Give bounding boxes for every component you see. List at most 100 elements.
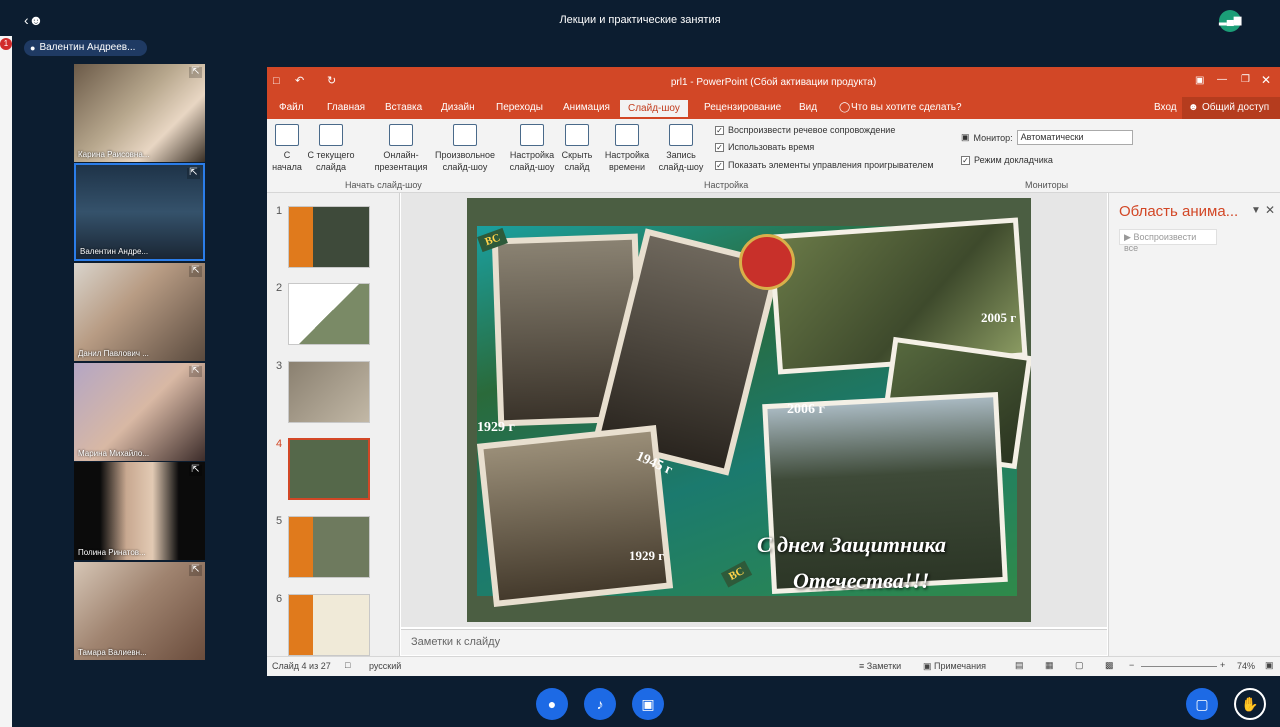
timings-checkbox[interactable]: ✓ Использовать время <box>715 142 814 152</box>
checkmark-icon: ✓ <box>715 125 724 135</box>
left-panel-strip <box>0 36 12 727</box>
notes-toggle[interactable]: ≡ Заметки <box>859 661 901 671</box>
tab-review[interactable]: Рецензирование <box>704 102 781 113</box>
zoom-out-icon[interactable]: − <box>1129 660 1134 670</box>
record-slideshow-button[interactable]: Запись слайд-шоу <box>653 124 709 173</box>
setup-slideshow-button[interactable]: Настройка слайд-шоу <box>505 124 559 173</box>
tell-me-box[interactable]: Что вы хотите сделать? <box>851 102 962 113</box>
reading-view-icon[interactable]: ▢ <box>1075 660 1084 671</box>
fit-slide-icon[interactable]: ▣ <box>1265 660 1274 671</box>
meeting-controls: ● ♪ ▣ ▢ ✋ <box>0 680 1280 727</box>
comments-toggle[interactable]: ▣ Примечания <box>923 661 986 672</box>
video-tile[interactable]: ⇱ Полина Ринатов... <box>74 462 205 560</box>
slide-thumbnail-current[interactable] <box>288 438 370 500</box>
rehearse-timings-button[interactable]: Настройка времени <box>601 124 653 173</box>
hide-slide-icon <box>565 124 589 146</box>
slide-thumbnail[interactable] <box>288 594 370 656</box>
tab-view[interactable]: Вид <box>799 102 817 113</box>
controls-checkbox[interactable]: ✓ Показать элементы управления проигрыват… <box>715 160 934 170</box>
zoom-in-icon[interactable]: + <box>1220 660 1225 670</box>
tab-transitions[interactable]: Переходы <box>496 102 543 113</box>
tab-insert[interactable]: Вставка <box>385 102 422 113</box>
screen-share-button[interactable]: ▢ <box>1186 688 1218 720</box>
monitor-select[interactable]: ▣ Монитор: Автоматически <box>961 130 1133 145</box>
slide-number: 1 <box>276 205 283 217</box>
video-tile[interactable]: ⇱ Марина Михайло... <box>74 363 205 461</box>
normal-view-icon[interactable]: ▤ <box>1015 660 1024 671</box>
spellcheck-icon[interactable]: □ <box>345 660 350 670</box>
meeting-title: Лекции и практические занятия <box>559 14 721 26</box>
close-icon[interactable]: ✕ <box>1261 73 1271 87</box>
custom-slideshow-button[interactable]: Произвольное слайд-шоу <box>431 124 499 173</box>
modern-photo <box>767 397 1003 589</box>
hide-slide-button[interactable]: Скрыть слайд <box>559 124 595 173</box>
ribbon-tabs: Файл Главная Вставка Дизайн Переходы Ани… <box>267 97 1280 119</box>
tab-file[interactable]: Файл <box>279 102 304 113</box>
fullscreen-icon[interactable]: ⇱ <box>189 67 202 78</box>
raise-hand-button[interactable]: ✋ <box>1234 688 1266 720</box>
play-all-button[interactable]: ▶ Воспроизвести все <box>1119 229 1217 253</box>
screen-share-icon: ▢ <box>1195 696 1209 712</box>
video-tile[interactable]: ⇱ Данил Павлович ... <box>74 263 205 361</box>
share-button[interactable]: ☻ Общий доступ <box>1182 97 1280 119</box>
ppt-window-title: prl1 - PowerPoint (Сбой активации продук… <box>670 77 877 88</box>
notes-pane[interactable]: Заметки к слайду <box>401 629 1107 655</box>
narration-checkbox[interactable]: ✓ Воспроизвести речевое сопровождение <box>715 125 895 135</box>
tab-animations[interactable]: Анимация <box>563 102 610 113</box>
tab-design[interactable]: Дизайн <box>441 102 475 113</box>
fullscreen-icon[interactable]: ⇱ <box>189 465 202 476</box>
camera-button[interactable]: ▣ <box>632 688 664 720</box>
tab-home[interactable]: Главная <box>327 102 365 113</box>
microphone-button[interactable]: ● <box>536 688 568 720</box>
record-label: Запись слайд-шоу <box>658 150 704 172</box>
photo-frame <box>762 391 1008 595</box>
signal-icon[interactable]: ▂▄▆ <box>1219 10 1241 32</box>
current-slide[interactable]: 1929 г 1945 г 1929 г 2006 г 2005 г ВС ВС… <box>467 198 1031 622</box>
setup-label: Настройка слайд-шоу <box>509 150 555 172</box>
online-presentation-button[interactable]: Онлайн-презентация <box>371 124 431 173</box>
camera-icon: ▣ <box>641 696 655 712</box>
signin-link[interactable]: Вход <box>1154 102 1177 113</box>
fullscreen-icon[interactable]: ⇱ <box>189 266 202 277</box>
slideshow-view-icon[interactable]: ▩ <box>1105 660 1114 671</box>
ribbon-display-icon[interactable]: ▣ <box>1195 75 1204 86</box>
minimize-icon[interactable]: — <box>1217 74 1227 85</box>
slide-number: 5 <box>276 515 283 527</box>
play-all-label: Воспроизвести все <box>1124 232 1197 253</box>
slide-thumbnail[interactable] <box>288 283 370 345</box>
fullscreen-icon[interactable]: ⇱ <box>187 168 200 179</box>
pane-options-icon[interactable]: ▼ <box>1251 205 1261 216</box>
monitor-label: Монитор: <box>973 132 1013 143</box>
close-pane-icon[interactable]: ✕ <box>1265 203 1275 217</box>
presenter-view-checkbox[interactable]: ✓ Режим докладчика <box>961 155 1053 165</box>
slide-thumbnails-pane: 1 2 3 4 5 6 <box>267 193 400 656</box>
setup-icon <box>520 124 544 146</box>
language-indicator[interactable]: русский <box>369 661 401 671</box>
fullscreen-icon[interactable]: ⇱ <box>189 565 202 576</box>
participant-name: Валентин Андре... <box>80 247 149 256</box>
monitor-dropdown[interactable]: Автоматически <box>1016 130 1133 145</box>
narration-label: Воспроизвести речевое сопровождение <box>728 125 896 135</box>
from-start-button[interactable]: С начала <box>271 124 303 173</box>
video-tile-active[interactable]: ⇱ Валентин Андре... <box>74 163 205 261</box>
red-star-emblem <box>739 234 795 290</box>
animation-pane-title: Область анима... <box>1119 203 1239 220</box>
fullscreen-icon[interactable]: ⇱ <box>189 366 202 377</box>
video-tile[interactable]: ⇱ Карина Раисовна... <box>74 64 205 162</box>
slide-sorter-icon[interactable]: ▦ <box>1045 660 1054 671</box>
speaker-button[interactable]: ♪ <box>584 688 616 720</box>
restore-icon[interactable]: ❐ <box>1241 74 1250 85</box>
slide-thumbnail[interactable] <box>288 516 370 578</box>
active-speaker-name: Валентин Андреев... <box>39 42 136 53</box>
slide-thumbnail[interactable] <box>288 361 370 423</box>
slide-number: 2 <box>276 282 283 294</box>
zoom-level[interactable]: 74% <box>1237 661 1255 671</box>
from-current-button[interactable]: С текущего слайда <box>305 124 357 173</box>
zoom-slider[interactable] <box>1141 666 1217 667</box>
slide-caption-line2: Отечества!!! <box>793 568 930 593</box>
tab-slideshow[interactable]: Слайд-шоу <box>620 100 688 117</box>
custom-show-icon <box>453 124 477 146</box>
slide-thumbnail[interactable] <box>288 206 370 268</box>
active-speaker-pill: ● Валентин Андреев... <box>24 40 148 56</box>
video-tile[interactable]: ⇱ Тамара Валиевн... <box>74 562 205 660</box>
